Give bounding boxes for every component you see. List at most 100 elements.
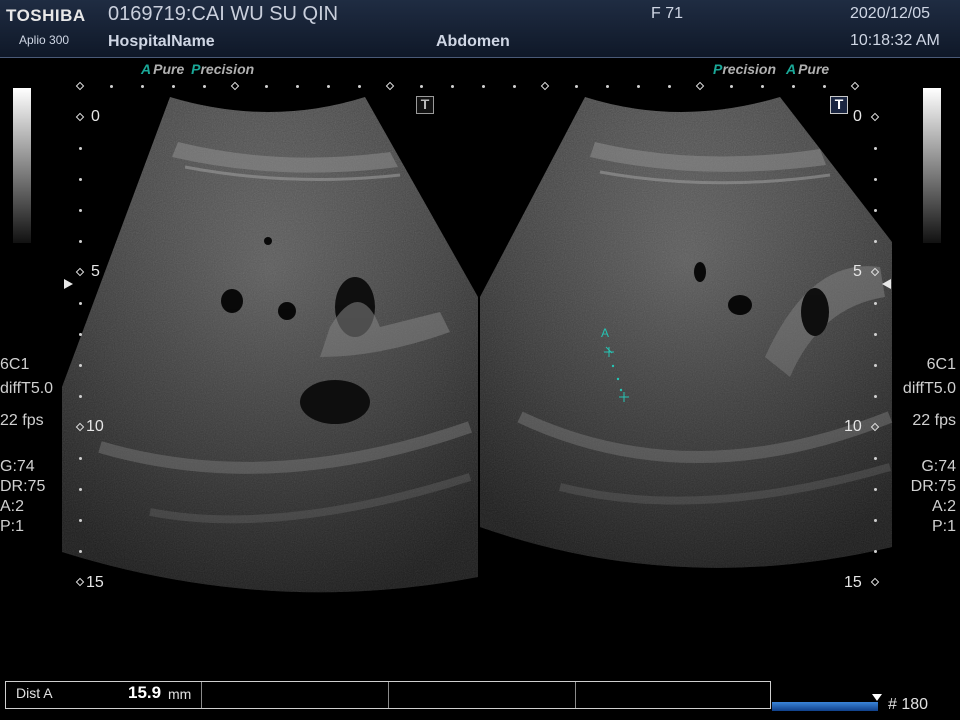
right-tag-a: A [785, 61, 797, 77]
caliper-label-a: A [601, 326, 610, 340]
top-scale-minor-tick [327, 85, 330, 88]
hospital-name: HospitalName [108, 33, 215, 50]
left-tag-a: A [141, 61, 152, 77]
right-depth-minor-tick [874, 333, 877, 336]
patient-sex-age: F 71 [651, 5, 684, 22]
right-tag-pure: Pure [798, 61, 830, 77]
right-depth-minor-tick [874, 364, 877, 367]
left-depth-minor-tick [79, 395, 82, 398]
right-param-p: P:1 [931, 518, 956, 535]
exam-date: 2020/12/05 [850, 5, 931, 22]
left-depth-5: 5 [91, 263, 100, 280]
ultrasound-images [62, 97, 893, 593]
left-ultrasound-sector [62, 97, 478, 593]
left-depth-15: 15 [86, 574, 104, 591]
right-param-a: A:2 [931, 498, 956, 515]
measurement-cell-1[interactable]: Dist A 15.9 mm [6, 682, 202, 708]
right-grayscale-bar [923, 88, 941, 243]
right-depth-minor-tick [874, 457, 877, 460]
top-scale-minor-tick [172, 85, 175, 88]
measurement-label: Dist A [16, 685, 53, 701]
left-gain: G:74 [0, 458, 35, 475]
top-scale-minor-tick [110, 85, 113, 88]
top-scale-minor-tick [637, 85, 640, 88]
top-scale-minor-tick [792, 85, 795, 88]
right-dynamic-range: DR:75 [910, 478, 956, 495]
left-depth-minor-tick [79, 147, 82, 150]
cine-progress-bar[interactable] [772, 702, 878, 711]
left-param-a: A:2 [0, 498, 25, 515]
left-depth-minor-tick [79, 488, 82, 491]
right-depth-minor-tick [874, 240, 877, 243]
left-depth-minor-tick [79, 333, 82, 336]
right-t-icon[interactable]: T [830, 96, 848, 114]
right-depth-10: 10 [844, 418, 862, 435]
top-scale-minor-tick [358, 85, 361, 88]
left-depth-minor-tick [79, 178, 82, 181]
left-depth-minor-tick [79, 519, 82, 522]
left-depth-minor-tick [79, 457, 82, 460]
right-mode: diffT5.0 [902, 380, 956, 397]
left-focus-marker-icon[interactable] [62, 278, 74, 290]
right-fps: 22 fps [912, 412, 956, 429]
right-transducer: 6C1 [926, 356, 956, 373]
right-ultrasound-sector [480, 97, 893, 568]
right-depth-minor-tick [874, 178, 877, 181]
right-depth-minor-tick [874, 550, 877, 553]
left-depth-minor-tick [79, 364, 82, 367]
top-scale-minor-tick [513, 85, 516, 88]
top-scale-minor-tick [668, 85, 671, 88]
right-depth-minor-tick [874, 395, 877, 398]
left-depth-minor-tick [79, 302, 82, 305]
right-depth-15: 15 [844, 574, 862, 591]
left-depth-minor-tick [79, 550, 82, 553]
top-scale-minor-tick [141, 85, 144, 88]
measurement-table: Dist A 15.9 mm [5, 681, 771, 709]
left-depth-10: 10 [86, 418, 104, 435]
left-depth-minor-tick [79, 209, 82, 212]
scanner-model: Aplio 300 [19, 33, 70, 47]
top-scale-minor-tick [575, 85, 578, 88]
right-gain: G:74 [921, 458, 956, 475]
left-imaging-tag: A Pure Precision [141, 61, 254, 77]
left-dynamic-range: DR:75 [0, 478, 46, 495]
right-depth-minor-tick [874, 302, 877, 305]
left-tag-precision: recision [200, 61, 255, 77]
top-scale-minor-tick [482, 85, 485, 88]
left-fps: 22 fps [0, 412, 44, 429]
left-param-p: P:1 [0, 518, 25, 535]
top-scale-minor-tick [265, 85, 268, 88]
measurement-cell-4[interactable] [575, 682, 770, 708]
left-transducer: 6C1 [0, 356, 30, 373]
patient-id-name: 0169719:CAI WU SU QIN [108, 3, 339, 25]
right-depth-minor-tick [874, 209, 877, 212]
frame-number: # 180 [888, 696, 929, 713]
top-scale-minor-tick [451, 85, 454, 88]
left-depth-0: 0 [91, 108, 100, 125]
right-tag-p: P [713, 61, 723, 77]
right-depth-minor-tick [874, 519, 877, 522]
top-scale-minor-tick [730, 85, 733, 88]
measurement-cell-2[interactable] [201, 682, 389, 708]
right-depth-minor-tick [874, 488, 877, 491]
left-tag-pure: Pure [153, 61, 185, 77]
right-depth-minor-tick [874, 147, 877, 150]
measurement-value: 15.9 [128, 683, 162, 702]
left-t-icon[interactable]: T [416, 96, 434, 114]
left-depth-minor-tick [79, 240, 82, 243]
exam-time: 10:18:32 AM [850, 32, 940, 49]
right-focus-marker-icon[interactable] [880, 278, 892, 290]
right-depth-0: 0 [853, 108, 862, 125]
left-grayscale-bar [13, 88, 31, 243]
exam-type: Abdomen [436, 33, 510, 50]
top-scale-minor-tick [296, 85, 299, 88]
top-scale-minor-tick [420, 85, 423, 88]
measurement-unit: mm [168, 686, 192, 702]
right-tag-precision: recision [722, 61, 777, 77]
top-scale-minor-tick [203, 85, 206, 88]
cine-position-marker-icon [872, 694, 882, 701]
measurement-cell-3[interactable] [388, 682, 576, 708]
right-depth-5: 5 [853, 263, 862, 280]
brand-logo: TOSHIBA [6, 6, 86, 25]
top-scale-minor-tick [823, 85, 826, 88]
